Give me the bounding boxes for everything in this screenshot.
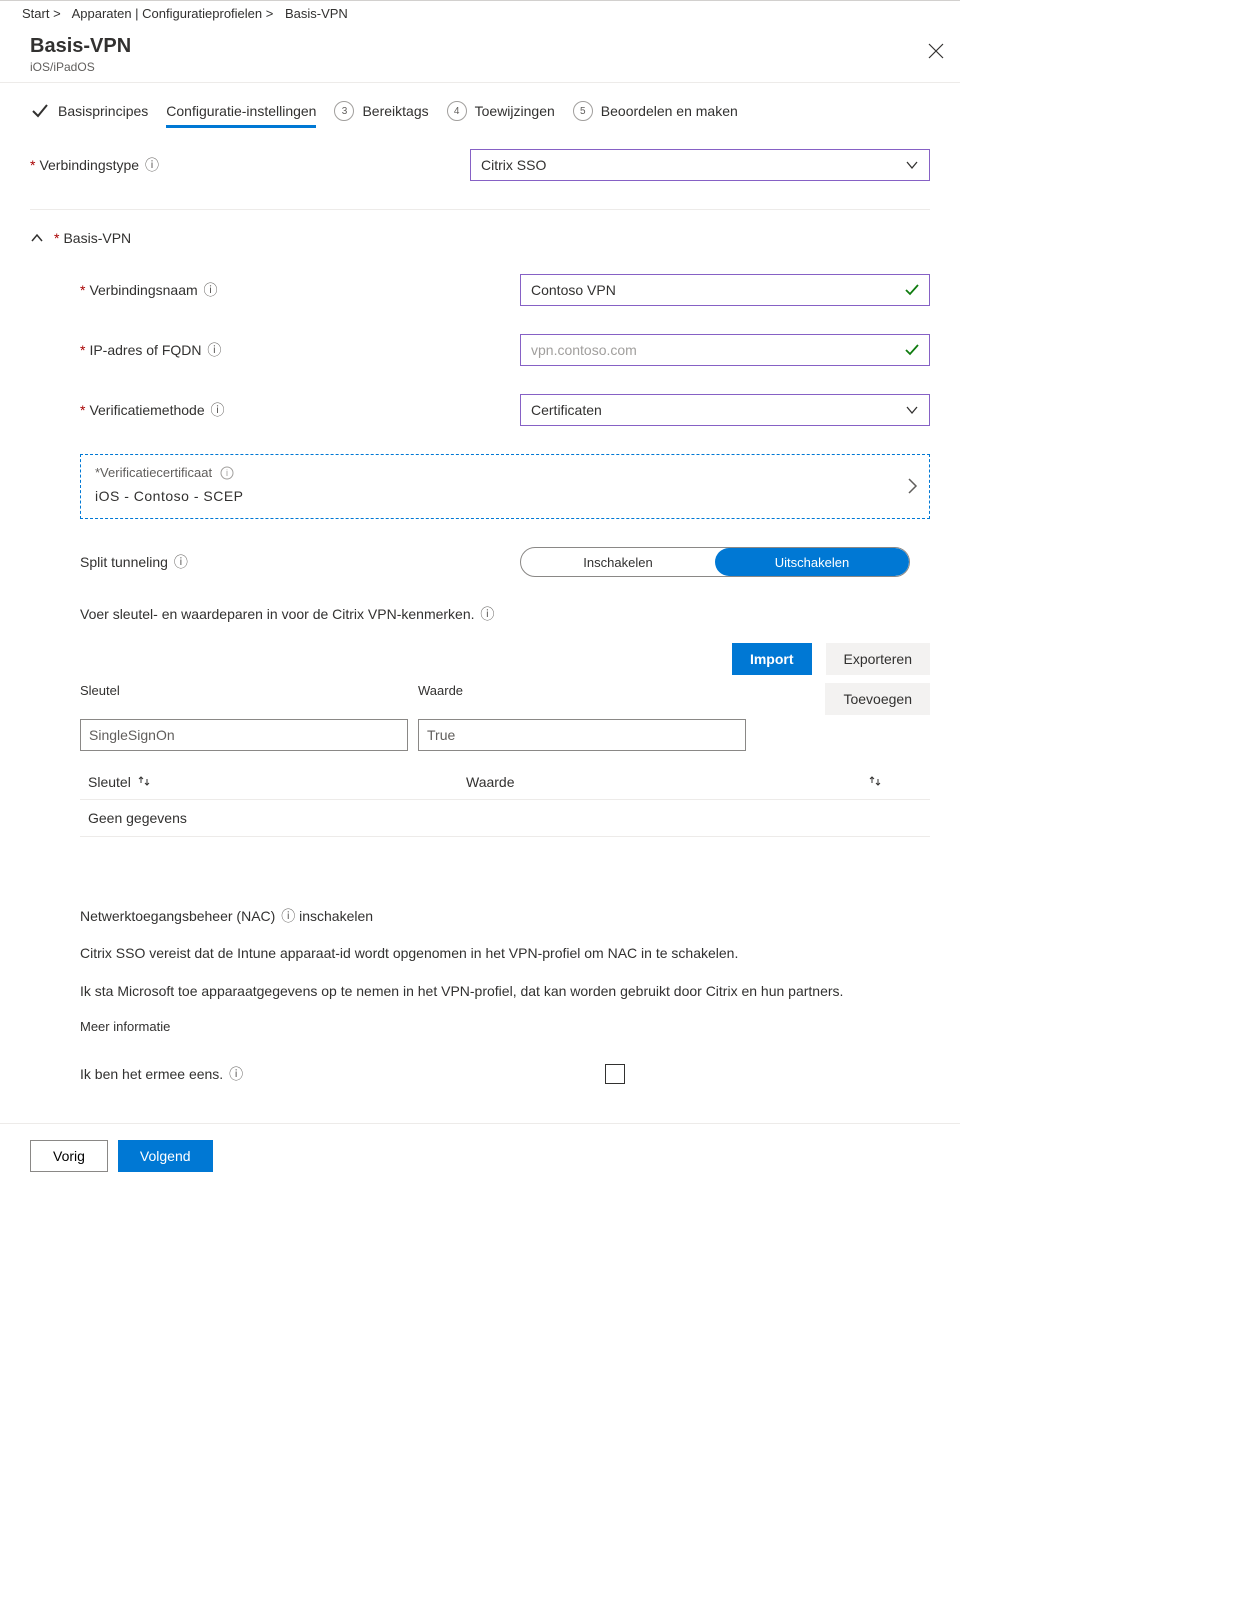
step-assign-num: 4 — [447, 101, 467, 121]
conn-name-input[interactable]: Contoso VPN — [520, 274, 930, 306]
cert-value: iOS - Contoso - SCEP — [95, 488, 915, 504]
step-config[interactable]: Configuratie-instellingen — [166, 103, 316, 120]
split-toggle[interactable]: Inschakelen Uitschakelen — [520, 547, 910, 577]
step-scope[interactable]: 3 Bereiktags — [334, 101, 428, 121]
crumb-start[interactable]: Start > — [22, 6, 61, 21]
chevron-down-icon — [905, 158, 919, 175]
step-review-label: Beoordelen en maken — [601, 103, 738, 119]
import-button[interactable]: Import — [732, 643, 812, 675]
chevron-down-icon — [905, 403, 919, 420]
checkmark-icon — [903, 281, 921, 302]
wizard-steps: Basisprincipes Configuratie-instellingen… — [30, 101, 930, 121]
auth-value: Certificaten — [531, 402, 602, 418]
kv-key-header: Sleutel — [80, 683, 418, 715]
conn-type-value: Citrix SSO — [481, 157, 546, 173]
chevron-right-icon — [905, 477, 919, 498]
auth-cert-selector[interactable]: *Verificatiecertificaat i iOS - Contoso … — [80, 454, 930, 519]
svg-text:i: i — [226, 468, 228, 478]
fqdn-input[interactable]: vpn.contoso.com — [520, 334, 930, 366]
nac-line1: Citrix SSO vereist dat de Intune apparaa… — [80, 944, 930, 964]
chevron-up-icon — [30, 231, 44, 245]
kv-key-input[interactable] — [80, 719, 408, 751]
page-subtitle: iOS/iPadOS — [30, 60, 938, 74]
cert-title: *Verificatiecertificaat — [95, 465, 212, 480]
close-icon[interactable] — [920, 39, 952, 68]
export-button[interactable]: Exporteren — [826, 643, 930, 675]
step-scope-num: 3 — [334, 101, 354, 121]
nac-title: Netwerktoegangsbeheer (NAC) ⓘ inschakele… — [80, 907, 930, 927]
conn-name-value: Contoso VPN — [531, 282, 616, 298]
crumb-devices[interactable]: Apparaten | Configuratieprofielen > — [72, 6, 274, 21]
next-button[interactable]: Volgend — [118, 1140, 213, 1172]
add-button[interactable]: Toevoegen — [825, 683, 930, 715]
section-basis-vpn[interactable]: *Basis-VPN — [30, 230, 930, 246]
back-button[interactable]: Vorig — [30, 1140, 108, 1172]
auth-select[interactable]: Certificaten — [520, 394, 930, 426]
kv-val-header: Waarde — [418, 683, 825, 715]
sort-icon[interactable] — [137, 774, 151, 791]
auth-label: *Verificatiemethode ⓘ — [80, 400, 520, 420]
kv-val-input[interactable] — [418, 719, 746, 751]
step-assign[interactable]: 4 Toewijzingen — [447, 101, 555, 121]
conn-type-select[interactable]: Citrix SSO — [470, 149, 930, 181]
step-review-num: 5 — [573, 101, 593, 121]
kv-empty: Geen gegevens — [80, 799, 930, 837]
nac-line2: Ik sta Microsoft toe apparaatgegevens op… — [80, 982, 930, 1002]
split-label: Split tunneling ⓘ — [80, 552, 520, 572]
step-basics[interactable]: Basisprincipes — [30, 101, 148, 121]
sort-icon[interactable] — [868, 774, 882, 791]
checkmark-icon — [903, 341, 921, 362]
step-review[interactable]: 5 Beoordelen en maken — [573, 101, 738, 121]
fqdn-value: vpn.contoso.com — [531, 342, 637, 358]
nac-more-link[interactable]: Meer informatie — [80, 1019, 930, 1034]
conn-type-label: *Verbindingstype ⓘ — [30, 155, 470, 175]
info-icon: i — [220, 466, 234, 480]
breadcrumb: Start > Apparaten | Configuratieprofiele… — [0, 1, 960, 25]
step-config-label: Configuratie-instellingen — [166, 103, 316, 128]
split-disable[interactable]: Uitschakelen — [715, 548, 909, 576]
split-enable[interactable]: Inschakelen — [521, 548, 715, 576]
col-val[interactable]: Waarde — [466, 774, 515, 790]
crumb-current: Basis-VPN — [285, 6, 348, 21]
page-title: Basis-VPN — [30, 35, 938, 58]
step-assign-label: Toewijzingen — [475, 103, 555, 119]
agree-label: Ik ben het ermee eens. ⓘ — [80, 1064, 605, 1084]
step-scope-label: Bereiktags — [362, 103, 428, 119]
agree-checkbox[interactable] — [605, 1064, 625, 1084]
col-key[interactable]: Sleutel — [88, 774, 131, 790]
section-title: Basis-VPN — [63, 230, 131, 246]
conn-name-label: *Verbindingsnaam ⓘ — [80, 280, 520, 300]
fqdn-label: *IP-adres of FQDN ⓘ — [80, 340, 520, 360]
step-basics-label: Basisprincipes — [58, 103, 148, 119]
kv-intro: Voer sleutel- en waardeparen in voor de … — [80, 605, 930, 625]
